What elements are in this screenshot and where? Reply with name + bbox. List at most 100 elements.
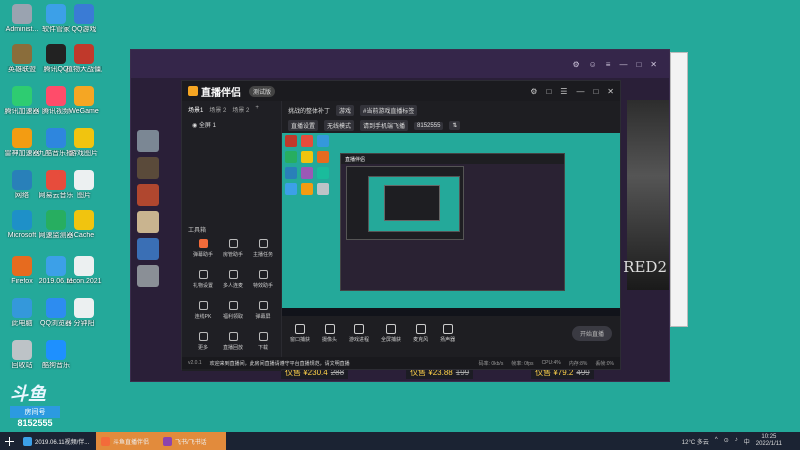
source-button[interactable]: 摄像头 [322, 323, 338, 343]
store-control-icon[interactable]: ☺ [589, 60, 597, 69]
taskbar-app-button[interactable]: 飞书/飞书话 [158, 432, 226, 450]
toolbox-item[interactable]: 直播回放 [218, 332, 248, 351]
weather-label[interactable]: 12°C 多云 [682, 437, 709, 446]
window-control-icon[interactable]: ✕ [607, 87, 614, 96]
source-button-label: 摄像头 [322, 336, 338, 343]
tray-icon[interactable]: 中 [744, 437, 750, 446]
desktop-shortcut[interactable]: QQ游戏 [66, 4, 102, 34]
toolbox-item[interactable]: 礼物设置 [188, 270, 218, 289]
add-scene-icon[interactable]: + [255, 105, 259, 114]
toolbox-item[interactable]: 更多 [188, 332, 218, 351]
desktop-shortcut[interactable]: 网络 [4, 170, 40, 200]
desktop-shortcut-label: 此电脑 [11, 320, 33, 327]
source-icon [442, 323, 453, 334]
desktop-shortcut[interactable]: Firefox [4, 256, 40, 286]
store-game-banner[interactable]: RED2 [623, 100, 669, 290]
desktop-shortcut[interactable]: 植物大战僵尸 [66, 44, 102, 74]
tag-chip[interactable]: #当前游戏直播标签 [360, 105, 418, 116]
tab-scene[interactable]: 场景 2 [232, 105, 249, 114]
desktop-shortcut[interactable]: 酷狗音乐 [38, 340, 74, 370]
toolbox-item[interactable]: 主播任务 [248, 239, 278, 258]
toolbox-item[interactable]: 福利领取 [218, 301, 248, 320]
toolbox-item[interactable]: 下载 [248, 332, 278, 351]
game-title: RED2 [623, 258, 667, 276]
start-button[interactable] [0, 432, 18, 450]
desktop-shortcut[interactable]: Microsoft [4, 210, 40, 240]
desktop-shortcut[interactable]: 腾讯加速器 [4, 86, 40, 116]
store-control-icon[interactable]: — [619, 60, 627, 69]
desktop-shortcut-label: 酷狗音乐 [42, 362, 70, 369]
game-tile[interactable] [137, 157, 159, 179]
game-tile[interactable] [137, 265, 159, 287]
toolbox-item[interactable]: 特效助手 [248, 270, 278, 289]
desktop-shortcut[interactable]: 分钟阳 [66, 298, 102, 328]
live-setting-chip[interactable]: 直播设置 [288, 120, 319, 131]
source-button[interactable]: 扬声器 [440, 323, 455, 343]
category-chip[interactable]: 游戏 [336, 105, 355, 116]
tray-icon[interactable]: ^ [715, 437, 718, 446]
clock[interactable]: 10:25 2022/1/11 [756, 434, 782, 448]
live-setting-chip[interactable]: 请到手机端飞播 [360, 120, 409, 131]
source-button[interactable]: 全屏捕获 [381, 323, 401, 343]
source-button[interactable]: 游戏进程 [349, 323, 369, 343]
toolbox-item[interactable]: 房管助手 [218, 239, 248, 258]
live-title[interactable]: 挑战的整体补丁 [288, 106, 330, 115]
desktop-shortcut[interactable]: WeGame [66, 86, 102, 116]
tray-icon[interactable]: ⊙ [724, 437, 729, 446]
toolbox-item[interactable]: 多人连麦 [218, 270, 248, 289]
tray-icon[interactable]: ♪ [735, 437, 738, 446]
live-setting-chip[interactable]: ⇅ [449, 121, 461, 130]
store-control-icon[interactable]: ≡ [606, 60, 611, 69]
taskbar: 2019.06.11视频/伴... 斗鱼直播伴侣 飞书/飞书话 12°C 多云 ^ ⊙… [0, 432, 800, 450]
desktop-shortcut[interactable]: 回收站 [4, 340, 40, 370]
game-tile[interactable] [137, 130, 159, 152]
desktop-shortcut-label: 腾讯加速器 [4, 108, 40, 115]
toolbox-item-label: 福利领取 [222, 314, 243, 320]
preview-nested-window-4 [384, 185, 440, 221]
store-control-icon[interactable]: □ [636, 60, 641, 69]
desktop-shortcut-label: 网络 [15, 192, 29, 199]
tab-scene[interactable]: 场景 2 [209, 105, 226, 114]
desktop-shortcut[interactable]: Cache [66, 210, 102, 240]
game-tile[interactable] [137, 211, 159, 233]
desktop-shortcut[interactable]: 雷神加速器 [4, 128, 40, 158]
status-bar: v2.0.1 欢迎来到直播间，此房间直播请遵守平台直播规范，请文明直播 码率: … [182, 357, 620, 369]
store-control-icon[interactable]: ✕ [650, 60, 657, 69]
eye-icon[interactable]: ◉ [192, 123, 197, 129]
window-control-icon[interactable]: □ [593, 87, 598, 96]
desktop-shortcut[interactable]: 图片 [66, 170, 102, 200]
app-icon [74, 256, 94, 276]
desktop-shortcut-label: Administ... [5, 26, 39, 33]
source-icon [324, 323, 335, 334]
window-control-icon[interactable]: ⚙ [530, 87, 537, 96]
tab-scene[interactable]: 场景1 [188, 105, 203, 114]
game-tile[interactable] [137, 238, 159, 260]
desktop-shortcut[interactable]: 此电脑 [4, 298, 40, 328]
window-control-icon[interactable]: — [576, 87, 584, 96]
desktop-shortcut[interactable]: 游戏图片 [66, 128, 102, 158]
window-control-icon[interactable]: □ [546, 87, 551, 96]
scene-item[interactable]: ◉ 全屏 1 [182, 118, 281, 131]
spreadsheet-window-edge[interactable] [670, 52, 688, 327]
start-live-button[interactable]: 开始直播 [571, 325, 612, 341]
toolbox-title: 工具箱 [188, 228, 207, 234]
taskbar-app-button[interactable]: 2019.06.11视频/伴... [18, 432, 96, 450]
version-label: v2.0.1 [188, 360, 202, 366]
app-icon [74, 210, 94, 230]
desktop-shortcut[interactable]: 英雄联盟 [4, 44, 40, 74]
game-tile[interactable] [137, 184, 159, 206]
desktop-shortcut-label: 雷神加速器 [4, 150, 40, 157]
live-setting-chip[interactable]: 无线模式 [324, 120, 355, 131]
store-control-icon[interactable]: ⚙ [572, 60, 579, 69]
source-button[interactable]: 麦克风 [413, 323, 428, 343]
toolbox-item[interactable]: 弹幕屏 [248, 301, 278, 320]
window-control-icon[interactable]: ☰ [560, 87, 567, 96]
app-icon [12, 298, 32, 318]
desktop-shortcut[interactable]: Administ... [4, 4, 40, 34]
taskbar-app-button[interactable]: 斗鱼直播伴侣 [96, 432, 158, 450]
toolbox-item[interactable]: 连线PK [188, 301, 218, 320]
desktop-shortcut[interactable]: recon.2021 [66, 256, 102, 286]
source-button[interactable]: 窗口捕获 [290, 323, 310, 343]
live-setting-chip[interactable]: 8152555 [414, 121, 444, 130]
toolbox-item[interactable]: 弹幕助手 [188, 239, 218, 258]
